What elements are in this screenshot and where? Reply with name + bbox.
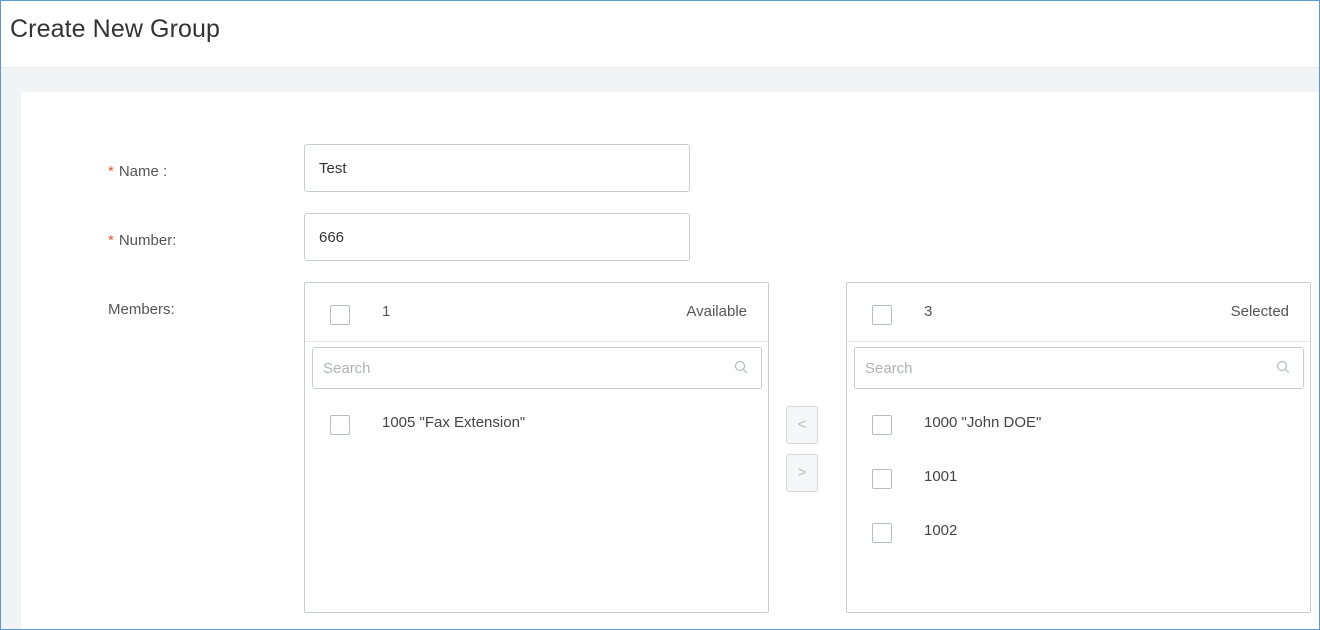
dialog-header: Create New Group <box>1 1 1319 68</box>
search-icon <box>1276 360 1290 374</box>
available-count: 1 <box>382 303 391 320</box>
list-item[interactable]: 1002 <box>847 512 1310 552</box>
selected-select-all-checkbox[interactable] <box>872 305 892 325</box>
number-label: * Number: <box>108 232 176 249</box>
item-label: 1001 <box>924 468 958 485</box>
name-label: * Name : <box>108 163 167 180</box>
name-label-text: Name : <box>118 163 168 180</box>
selected-count: 3 <box>924 303 933 320</box>
item-checkbox[interactable] <box>872 469 892 489</box>
list-item[interactable]: 1000 "John DOE" <box>847 404 1310 444</box>
required-mark: * <box>108 232 114 249</box>
move-left-button[interactable]: < <box>786 406 818 444</box>
selected-list: 3 Selected 1000 "John DOE" 1001 1002 <box>846 282 1311 613</box>
item-label: 1000 "John DOE" <box>924 414 1042 431</box>
selected-title: Selected <box>1230 303 1289 320</box>
available-list-header: 1 Available <box>305 283 768 342</box>
item-checkbox[interactable] <box>330 415 350 435</box>
required-mark: * <box>108 163 114 180</box>
item-label: 1005 "Fax Extension" <box>382 414 526 431</box>
move-right-button[interactable]: > <box>786 454 818 492</box>
page-title: Create New Group <box>10 15 221 43</box>
available-title: Available <box>686 303 747 320</box>
selected-list-header: 3 Selected <box>847 283 1310 342</box>
list-item[interactable]: 1005 "Fax Extension" <box>305 404 768 444</box>
name-input[interactable] <box>304 144 690 192</box>
item-label: 1002 <box>924 522 958 539</box>
selected-search-box <box>854 347 1304 389</box>
available-search-box <box>312 347 762 389</box>
available-select-all-checkbox[interactable] <box>330 305 350 325</box>
dialog-frame: Create New Group *Name : *Number: Member… <box>0 0 1320 630</box>
search-icon <box>734 360 748 374</box>
number-label-text: Number: <box>118 232 177 249</box>
number-input[interactable] <box>304 213 690 261</box>
available-search-input[interactable] <box>313 348 743 388</box>
list-item[interactable]: 1001 <box>847 458 1310 498</box>
members-label: Members: <box>108 301 175 318</box>
selected-search-input[interactable] <box>855 348 1285 388</box>
item-checkbox[interactable] <box>872 523 892 543</box>
available-list: 1 Available 1005 "Fax Extension" <box>304 282 769 613</box>
item-checkbox[interactable] <box>872 415 892 435</box>
